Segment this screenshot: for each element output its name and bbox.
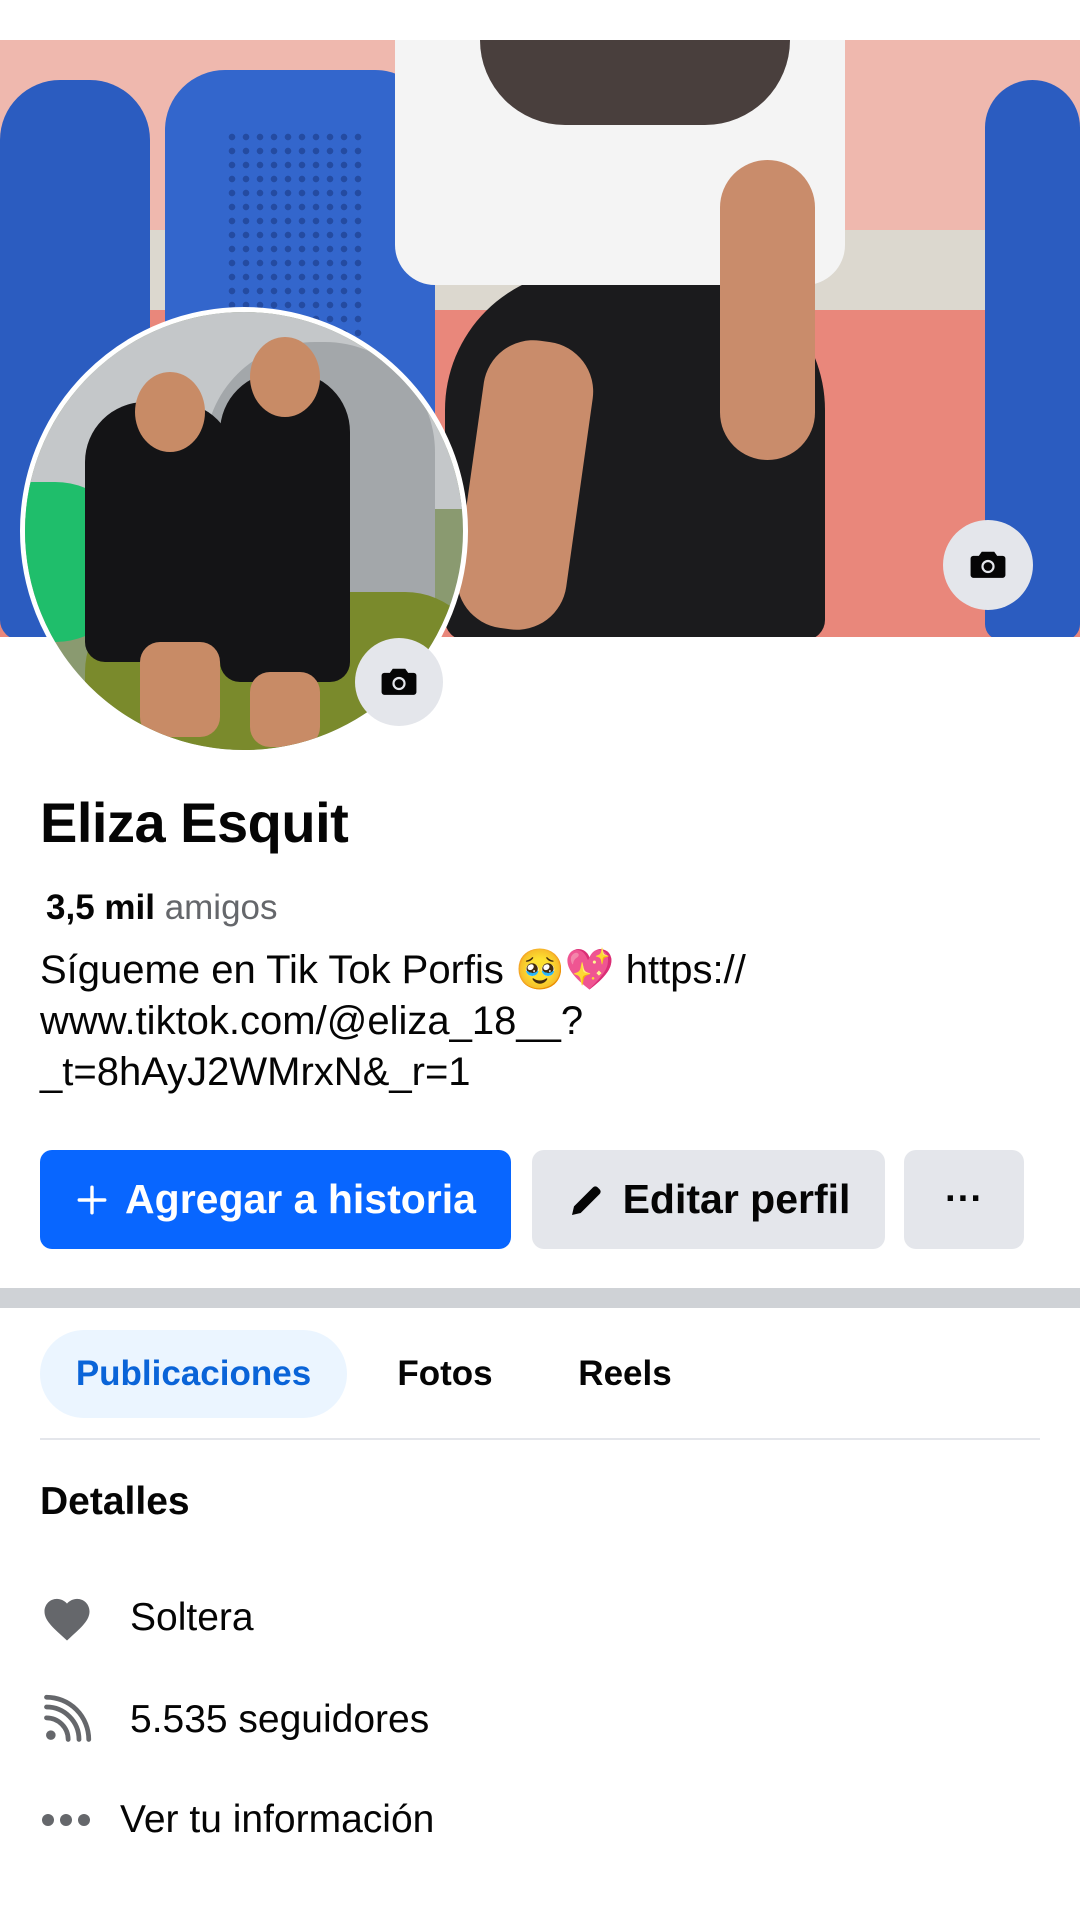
tab-fotos[interactable]: Fotos	[375, 1330, 515, 1418]
details-title: Detalles	[40, 1480, 190, 1523]
cover-photo-arm	[720, 160, 815, 460]
friends-count-value: 3,5 mil	[46, 888, 155, 927]
cover-photo-hair	[480, 40, 790, 125]
add-to-story-label: Agregar a historia	[125, 1176, 476, 1222]
friends-count[interactable]: 3,5 mil amigos	[46, 888, 278, 928]
friends-count-label: amigos	[164, 888, 278, 927]
avatar-person	[220, 372, 350, 682]
tab-reels[interactable]: Reels	[560, 1330, 690, 1418]
edit-profile-label: Editar perfil	[622, 1176, 851, 1222]
avatar-face	[135, 372, 205, 452]
ellipsis-icon	[40, 1790, 110, 1850]
more-options-button[interactable]: ···	[904, 1150, 1024, 1249]
status-bar	[0, 0, 1080, 40]
plus-icon	[77, 1185, 107, 1214]
see-your-info-text: Ver tu información	[120, 1798, 435, 1841]
profile-bio[interactable]: Sígueme en Tik Tok Porfis 🥹💖 https:// ww…	[40, 945, 1040, 1098]
profile-actions: Agregar a historia Editar perfil ···	[40, 1150, 1040, 1249]
edit-profile-picture-button[interactable]	[355, 638, 443, 726]
detail-followers[interactable]: 5.535 seguidores	[40, 1690, 429, 1750]
avatar-face	[250, 337, 320, 417]
camera-icon	[381, 668, 417, 695]
add-to-story-button[interactable]: Agregar a historia	[40, 1150, 511, 1249]
camera-icon	[970, 551, 1006, 578]
tab-publicaciones[interactable]: Publicaciones	[40, 1330, 347, 1418]
section-divider	[0, 1288, 1080, 1308]
more-icon: ···	[945, 1178, 983, 1220]
detail-relationship-text: Soltera	[130, 1596, 254, 1639]
detail-followers-text: 5.535 seguidores	[130, 1698, 430, 1741]
profile-name: Eliza Esquit	[40, 791, 349, 854]
detail-relationship: Soltera	[40, 1588, 254, 1648]
edit-cover-photo-button[interactable]	[943, 520, 1033, 610]
heart-icon	[40, 1588, 110, 1648]
see-your-info-link[interactable]: Ver tu información	[40, 1790, 434, 1850]
rss-icon	[40, 1690, 110, 1750]
edit-profile-button[interactable]: Editar perfil	[532, 1150, 885, 1249]
tabs-divider	[40, 1438, 1040, 1440]
pencil-icon	[571, 1185, 601, 1215]
